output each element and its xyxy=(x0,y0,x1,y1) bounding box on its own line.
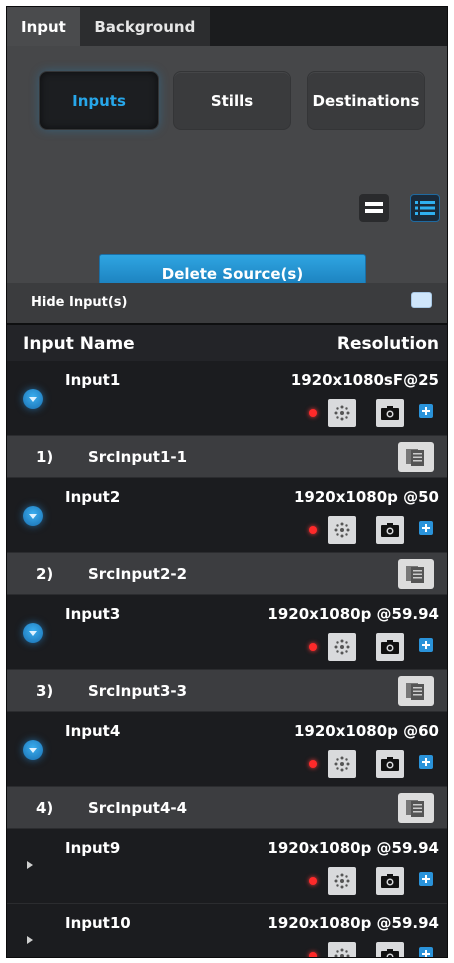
freeze-button[interactable] xyxy=(328,399,356,427)
source-name: SrcInput2-2 xyxy=(88,565,188,583)
column-input-name: Input Name xyxy=(23,334,135,354)
camera-icon xyxy=(381,757,399,771)
freeze-button[interactable] xyxy=(328,867,356,895)
source-number: 2) xyxy=(36,565,54,583)
input-row[interactable]: Input10 1920x1080p @59.94 xyxy=(7,904,447,957)
compact-view-icon xyxy=(365,202,383,213)
source-row[interactable]: 3) SrcInput3-3 xyxy=(7,670,447,712)
input-resolution: 1920x1080p @50 xyxy=(293,488,439,506)
source-name: SrcInput4-4 xyxy=(88,799,188,817)
source-properties-button[interactable] xyxy=(398,559,434,589)
source-properties-button[interactable] xyxy=(398,442,434,472)
inputs-button[interactable]: Inputs xyxy=(39,71,159,130)
record-indicator-icon xyxy=(309,877,317,885)
expand-toggle-icon[interactable] xyxy=(23,740,43,760)
copy-pages-icon xyxy=(406,566,424,583)
input-resolution: 1920x1080p @59.94 xyxy=(267,839,439,857)
input-resolution: 1920x1080p @59.94 xyxy=(267,914,439,932)
record-indicator-icon xyxy=(309,760,317,768)
input-manager-panel: Input Background Inputs Stills Destinati… xyxy=(6,6,448,958)
input-name: Input9 xyxy=(65,839,121,857)
source-row[interactable]: 2) SrcInput2-2 xyxy=(7,553,447,595)
stills-button[interactable]: Stills xyxy=(173,71,291,130)
hide-inputs-row: Hide Input(s) xyxy=(7,283,447,323)
input-resolution: 1920x1080p @60 xyxy=(293,722,439,740)
tab-background[interactable]: Background xyxy=(79,7,210,46)
input-name: Input1 xyxy=(65,371,121,389)
snapshot-button[interactable] xyxy=(376,942,404,957)
freeze-button[interactable] xyxy=(328,942,356,957)
snapshot-button[interactable] xyxy=(376,750,404,778)
source-row[interactable]: 1) SrcInput1-1 xyxy=(7,436,447,478)
record-indicator-icon xyxy=(309,526,317,534)
input-name: Input2 xyxy=(65,488,121,506)
input-list: Input1 1920x1080sF@25 1) SrcInput1-1 Inp… xyxy=(7,361,447,957)
freeze-icon xyxy=(334,948,350,957)
freeze-icon xyxy=(334,405,350,421)
destinations-button[interactable]: Destinations xyxy=(307,71,425,130)
add-source-icon[interactable] xyxy=(419,872,433,886)
input-resolution: 1920x1080sF@25 xyxy=(290,371,439,389)
camera-icon xyxy=(381,523,399,537)
record-indicator-icon xyxy=(309,643,317,651)
freeze-icon xyxy=(334,639,350,655)
freeze-icon xyxy=(334,756,350,772)
copy-pages-icon xyxy=(406,683,424,700)
input-name: Input3 xyxy=(65,605,121,623)
snapshot-button[interactable] xyxy=(376,516,404,544)
input-row[interactable]: Input9 1920x1080p @59.94 xyxy=(7,829,447,904)
hide-inputs-label: Hide Input(s) xyxy=(31,295,128,310)
copy-pages-icon xyxy=(406,800,424,817)
add-source-icon[interactable] xyxy=(419,638,433,652)
record-indicator-icon xyxy=(309,952,317,957)
freeze-button[interactable] xyxy=(328,750,356,778)
record-indicator-icon xyxy=(309,409,317,417)
input-row[interactable]: Input1 1920x1080sF@25 xyxy=(7,361,447,436)
source-number: 4) xyxy=(36,799,54,817)
add-source-icon[interactable] xyxy=(419,947,433,957)
list-view-icon xyxy=(415,201,435,215)
source-name: SrcInput1-1 xyxy=(88,448,188,466)
collapsed-arrow-icon[interactable] xyxy=(27,936,33,944)
add-source-icon[interactable] xyxy=(419,404,433,418)
freeze-button[interactable] xyxy=(328,516,356,544)
source-type-panel: Inputs Stills Destinations Delete Source… xyxy=(7,46,447,321)
list-view-button[interactable] xyxy=(410,194,440,222)
input-row[interactable]: Input3 1920x1080p @59.94 xyxy=(7,595,447,670)
source-number: 1) xyxy=(36,448,54,466)
source-name: SrcInput3-3 xyxy=(88,682,188,700)
input-row[interactable]: Input4 1920x1080p @60 xyxy=(7,712,447,787)
freeze-icon xyxy=(334,522,350,538)
camera-icon xyxy=(381,406,399,420)
copy-pages-icon xyxy=(406,449,424,466)
collapsed-arrow-icon[interactable] xyxy=(27,861,33,869)
freeze-button[interactable] xyxy=(328,633,356,661)
input-row[interactable]: Input2 1920x1080p @50 xyxy=(7,478,447,553)
column-header: Input Name Resolution xyxy=(7,323,447,361)
expand-toggle-icon[interactable] xyxy=(23,623,43,643)
input-name: Input4 xyxy=(65,722,121,740)
snapshot-button[interactable] xyxy=(376,399,404,427)
tab-bar: Input Background xyxy=(7,7,447,46)
add-source-icon[interactable] xyxy=(419,755,433,769)
camera-icon xyxy=(381,874,399,888)
freeze-icon xyxy=(334,873,350,889)
snapshot-button[interactable] xyxy=(376,633,404,661)
compact-view-button[interactable] xyxy=(359,194,389,222)
input-name: Input10 xyxy=(65,914,131,932)
source-properties-button[interactable] xyxy=(398,676,434,706)
tab-input[interactable]: Input xyxy=(7,7,80,46)
source-row[interactable]: 4) SrcInput4-4 xyxy=(7,787,447,829)
snapshot-button[interactable] xyxy=(376,867,404,895)
expand-toggle-icon[interactable] xyxy=(23,389,43,409)
camera-icon xyxy=(381,949,399,957)
expand-toggle-icon[interactable] xyxy=(23,506,43,526)
source-number: 3) xyxy=(36,682,54,700)
column-resolution: Resolution xyxy=(336,334,439,354)
source-properties-button[interactable] xyxy=(398,793,434,823)
input-resolution: 1920x1080p @59.94 xyxy=(267,605,439,623)
hide-inputs-checkbox[interactable] xyxy=(411,292,432,308)
camera-icon xyxy=(381,640,399,654)
add-source-icon[interactable] xyxy=(419,521,433,535)
